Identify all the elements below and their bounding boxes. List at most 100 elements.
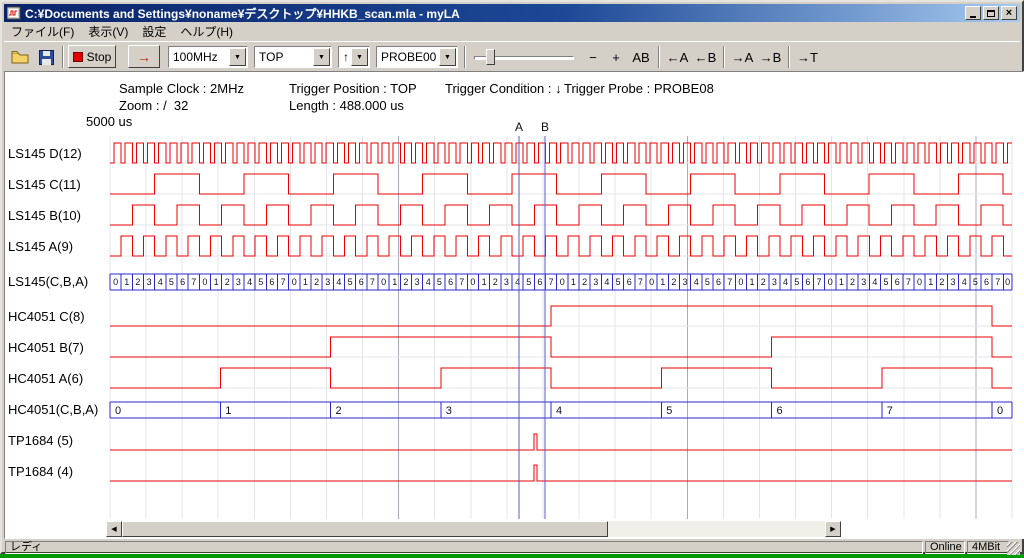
- trigger-probe-info: Trigger Probe : PROBE08: [564, 81, 714, 96]
- scroll-left-button[interactable]: ◀: [106, 521, 122, 537]
- bus-value: 2: [225, 277, 230, 287]
- channel-label: HC4051 A(6): [8, 371, 83, 386]
- channel-waveform: [110, 205, 1012, 225]
- bus-value: 2: [939, 277, 944, 287]
- channel-waveform: [110, 306, 1012, 326]
- channel-waveform: [110, 434, 1012, 450]
- bus-value: 7: [281, 277, 286, 287]
- channel-label: TP1684 (5): [8, 433, 73, 448]
- bus-value: 0: [115, 405, 121, 417]
- bus-value: 1: [571, 277, 576, 287]
- trigger-condition-info: Trigger Condition : ↓: [445, 81, 562, 96]
- channel-label: LS145 C(11): [8, 177, 81, 192]
- bus-value: 5: [705, 277, 710, 287]
- bus-value: 3: [861, 277, 866, 287]
- channel-label: TP1684 (4): [8, 464, 73, 479]
- bus-value: 3: [593, 277, 598, 287]
- channel-waveform: [110, 368, 1012, 388]
- bus-value: 1: [124, 277, 129, 287]
- bus-value: 5: [794, 277, 799, 287]
- scroll-right-button[interactable]: ▶: [825, 521, 841, 537]
- bus-value: 3: [950, 277, 955, 287]
- length-info: Length : 488.000 us: [289, 98, 404, 113]
- bus-value: 4: [604, 277, 609, 287]
- bus-value: 4: [872, 277, 877, 287]
- bus-value: 0: [828, 277, 833, 287]
- bus-value: 7: [370, 277, 375, 287]
- zoom-info: Zoom : / 32: [119, 98, 188, 113]
- sample-clock-info: Sample Clock : 2MHz: [119, 81, 244, 96]
- bus-value: 1: [928, 277, 933, 287]
- bus-value: 4: [694, 277, 699, 287]
- bus-value: 1: [214, 277, 219, 287]
- bus-value: 0: [1005, 277, 1010, 287]
- bus-value: 5: [169, 277, 174, 287]
- bus-value: 0: [649, 277, 654, 287]
- bus-value: 6: [180, 277, 185, 287]
- channel-label: HC4051 B(7): [8, 340, 84, 355]
- bus-value: 3: [236, 277, 241, 287]
- bus-value: 0: [381, 277, 386, 287]
- bus-value: 4: [962, 277, 967, 287]
- channel-label: HC4051(C,B,A): [8, 402, 98, 417]
- horizontal-scrollbar[interactable]: ◀ ▶: [106, 521, 841, 537]
- bus-value: 0: [292, 277, 297, 287]
- scroll-right-icon: ▶: [830, 525, 835, 533]
- bus-value: 5: [973, 277, 978, 287]
- bus-value: 5: [616, 277, 621, 287]
- bus-value: 3: [682, 277, 687, 287]
- bus-value: 2: [761, 277, 766, 287]
- bus-value: 6: [269, 277, 274, 287]
- channel-waveform: [110, 465, 1012, 481]
- channel-waveform: [110, 143, 1012, 163]
- bus-value: 4: [247, 277, 252, 287]
- channel-label: LS145 A(9): [8, 239, 73, 254]
- bus-value: 6: [777, 405, 783, 417]
- bus-value: 5: [348, 277, 353, 287]
- channel-label: HC4051 C(8): [8, 309, 85, 324]
- bus-value: 3: [147, 277, 152, 287]
- bus-value: 2: [403, 277, 408, 287]
- trigger-position-info: Trigger Position : TOP: [289, 81, 417, 96]
- scrollbar-thumb[interactable]: [122, 521, 608, 537]
- bus-value: 7: [638, 277, 643, 287]
- bus-value: 0: [560, 277, 565, 287]
- bus-value: 2: [850, 277, 855, 287]
- bus-value: 0: [738, 277, 743, 287]
- bus-value: 6: [537, 277, 542, 287]
- bus-value: 6: [984, 277, 989, 287]
- bus-value: 4: [336, 277, 341, 287]
- bus-value: 3: [446, 405, 452, 417]
- scroll-left-icon: ◀: [111, 525, 116, 533]
- bus-value: 2: [336, 405, 342, 417]
- bus-value: 6: [448, 277, 453, 287]
- channel-label: LS145 D(12): [8, 146, 82, 161]
- bus-value: 0: [202, 277, 207, 287]
- bus-value: 4: [158, 277, 163, 287]
- time-scale-label: 5000 us: [86, 114, 132, 129]
- bus-value: 7: [727, 277, 732, 287]
- bus-value: 0: [113, 277, 118, 287]
- bus-value: 1: [839, 277, 844, 287]
- bus-value: 5: [258, 277, 263, 287]
- bus-value: 0: [997, 405, 1003, 417]
- bus-value: 5: [437, 277, 442, 287]
- bus-value: 3: [325, 277, 330, 287]
- bus-value: 7: [995, 277, 1000, 287]
- bus-value: 3: [415, 277, 420, 287]
- channel-label: LS145(C,B,A): [8, 274, 88, 289]
- channel-waveform: [110, 174, 1012, 194]
- bus-value: 1: [482, 277, 487, 287]
- bus-value: 2: [671, 277, 676, 287]
- bus-value: 1: [225, 405, 231, 417]
- bus-value: 3: [772, 277, 777, 287]
- bus-value: 6: [627, 277, 632, 287]
- bus-value: 5: [883, 277, 888, 287]
- bus-value: 1: [660, 277, 665, 287]
- channel-waveform: [110, 236, 1012, 256]
- bus-value: 1: [749, 277, 754, 287]
- bus-value: 7: [906, 277, 911, 287]
- bus-value: 6: [359, 277, 364, 287]
- bus-value: 7: [816, 277, 821, 287]
- bus-value: 7: [887, 405, 893, 417]
